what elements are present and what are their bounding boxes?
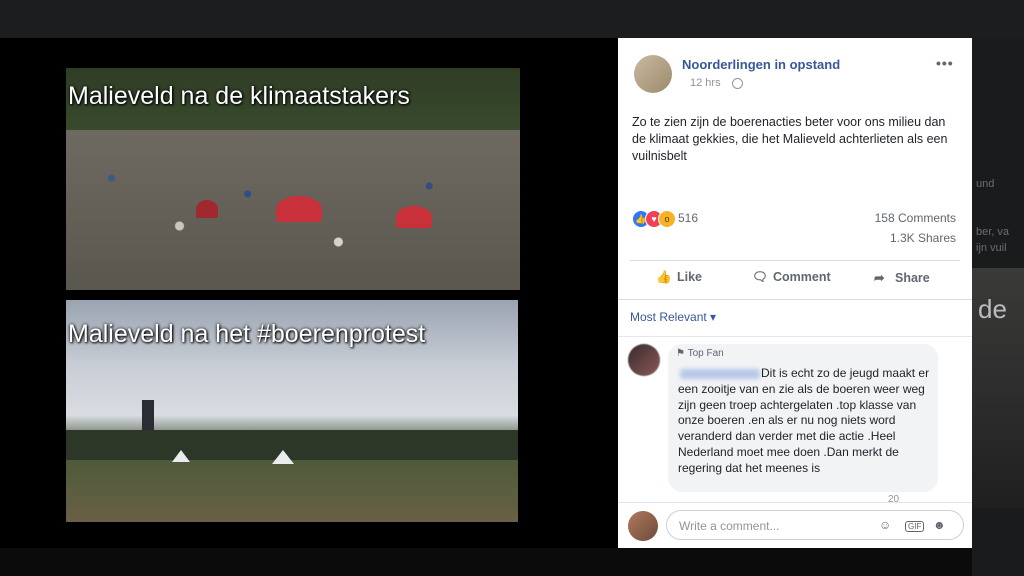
like-label: Like bbox=[677, 270, 703, 284]
post-panel: Noorderlingen in opstand 12 hrs ••• Zo t… bbox=[618, 38, 972, 548]
background-text: und bbox=[976, 178, 995, 190]
share-button[interactable]: ➦ Share bbox=[874, 270, 930, 285]
tent-shape bbox=[276, 196, 322, 222]
top-bar bbox=[0, 0, 1024, 38]
comment-input[interactable]: Write a comment... ☺ GIF ☻ bbox=[666, 510, 964, 540]
tent-shape bbox=[196, 200, 218, 218]
sticker-icon[interactable]: ☻ bbox=[933, 518, 946, 532]
tent-shape bbox=[396, 206, 432, 228]
background-photo: de bbox=[972, 268, 1024, 508]
comment-button[interactable]: 🗨 Comment bbox=[752, 270, 831, 285]
background-text: ber, va bbox=[976, 226, 1010, 238]
gif-icon[interactable]: GIF bbox=[905, 521, 925, 532]
divider bbox=[618, 502, 972, 503]
share-arrow-icon: ➦ bbox=[874, 271, 885, 285]
page-name-link[interactable]: Noorderlingen in opstand bbox=[682, 57, 840, 72]
action-bar: 👍 Like 🗨 Comment ➦ Share bbox=[630, 266, 960, 292]
comment-text: Dit is echt zo de jeugd maakt er een zoo… bbox=[678, 366, 930, 475]
photo-klimaatstakers: Malieveld na de klimaatstakers bbox=[66, 68, 520, 290]
globe-icon bbox=[732, 78, 743, 89]
divider bbox=[618, 299, 972, 300]
current-user-avatar bbox=[628, 511, 658, 541]
comments-count-link[interactable]: 158 Comments bbox=[875, 211, 956, 225]
comment-sort-dropdown[interactable]: Most Relevant ▾ bbox=[630, 310, 716, 324]
wow-reaction-icon: o bbox=[658, 210, 676, 228]
like-button[interactable]: 👍 Like bbox=[656, 270, 702, 285]
page-avatar[interactable] bbox=[634, 55, 672, 93]
comment-bubble: ⚑ Top Fan Dit is echt zo de jeugd maakt … bbox=[668, 344, 938, 492]
comment-input-placeholder: Write a comment... bbox=[679, 519, 780, 533]
photo-caption-top: Malieveld na de klimaatstakers bbox=[68, 82, 410, 110]
comment-reaction-count[interactable]: 20 bbox=[888, 494, 899, 505]
shares-count-link[interactable]: 1.3K Shares bbox=[890, 231, 956, 245]
divider bbox=[630, 260, 960, 261]
top-fan-badge: ⚑ Top Fan bbox=[676, 348, 724, 359]
photo-caption-bottom: Malieveld na het #boerenprotest bbox=[68, 320, 426, 348]
clean-field bbox=[66, 460, 518, 522]
photo-boerenprotest: Malieveld na het #boerenprotest bbox=[66, 300, 518, 522]
speech-bubble-icon: 🗨 bbox=[752, 270, 768, 284]
comment-label: Comment bbox=[773, 270, 831, 284]
treeline bbox=[66, 430, 518, 460]
post-time[interactable]: 12 hrs bbox=[690, 77, 721, 89]
post-text: Zo te zien zijn de boerenacties beter vo… bbox=[632, 115, 948, 163]
background-photo-text: de bbox=[978, 294, 1007, 324]
background-text: ijn vuil bbox=[976, 242, 1007, 254]
photo-viewer[interactable]: Malieveld na de klimaatstakers Malieveld… bbox=[0, 38, 618, 548]
more-options-icon[interactable]: ••• bbox=[936, 55, 954, 71]
reaction-count: 516 bbox=[678, 211, 699, 225]
top-fan-label: Top Fan bbox=[687, 348, 724, 359]
share-label: Share bbox=[895, 271, 930, 285]
thumbs-up-icon: 👍 bbox=[656, 270, 672, 284]
divider bbox=[618, 336, 972, 337]
emoji-icon[interactable]: ☺ bbox=[879, 518, 891, 532]
commenter-avatar[interactable] bbox=[628, 344, 660, 376]
